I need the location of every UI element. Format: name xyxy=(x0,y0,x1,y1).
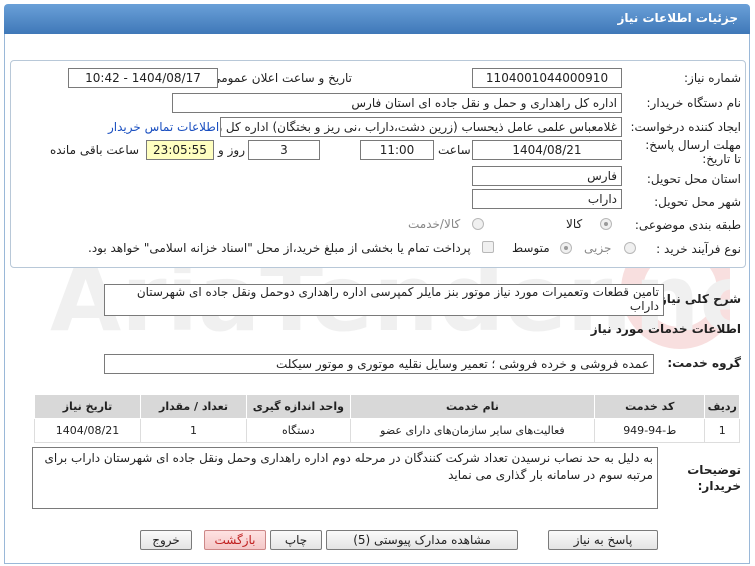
service-group-label: گروه خدمت: xyxy=(667,356,741,370)
remaining-time-field: 23:05:55 xyxy=(146,140,214,160)
cell-need-date: 1404/08/21 xyxy=(33,418,142,443)
announce-datetime-field: 1404/08/17 - 10:42 xyxy=(68,68,218,88)
creator-label: ایجاد کننده درخواست: xyxy=(630,120,741,134)
category-radio-goods-service[interactable] xyxy=(472,218,484,230)
back-button[interactable]: بازگشت xyxy=(204,530,266,550)
purchase-option-minor: جزیی xyxy=(584,241,612,255)
col-need-date: تاریخ نیاز xyxy=(33,394,142,419)
announce-datetime-label: تاریخ و ساعت اعلان عمومی: xyxy=(207,71,352,85)
service-group-field: عمده فروشی و خرده فروشی ؛ تعمیر وسایل نق… xyxy=(104,354,654,374)
creator-field: غلامعباس علمی عامل ذیحساب (زرین دشت،دارا… xyxy=(220,117,622,137)
buyer-notes-label: توضیحات خریدار: xyxy=(687,463,741,493)
category-radio-goods[interactable] xyxy=(600,218,612,230)
title-bar: جزئیات اطلاعات نیاز xyxy=(4,4,750,34)
days-field: 3 xyxy=(248,140,320,160)
category-option-goods: کالا xyxy=(566,217,583,231)
deadline-label: مهلت ارسال پاسخ: تا تاریخ: xyxy=(645,138,741,166)
cell-row: 1 xyxy=(704,418,740,443)
col-quantity: تعداد / مقدار xyxy=(140,394,247,419)
cell-service-name: فعالیت‌های سایر سازمان‌های دارای عضو xyxy=(349,418,596,443)
summary-label: شرح کلی نیاز: xyxy=(655,292,741,306)
need-number-field: 1104001044000910 xyxy=(472,68,622,88)
delivery-city-field: داراب xyxy=(472,189,622,209)
deadline-time-field: 11:00 xyxy=(360,140,434,160)
exit-button[interactable]: خروج xyxy=(140,530,192,550)
attachments-button[interactable]: مشاهده مدارک پیوستی (5) xyxy=(326,530,518,550)
days-label: روز و xyxy=(218,143,245,157)
buyer-notes-field: به دلیل به حد نصاب نرسیدن تعداد شرکت کنن… xyxy=(32,447,658,509)
col-service-name: نام خدمت xyxy=(349,394,596,419)
cell-quantity: 1 xyxy=(140,418,247,443)
delivery-city-label: شهر محل تحویل: xyxy=(654,195,741,209)
col-unit: واحد اندازه گیری xyxy=(245,394,351,419)
need-number-label: شماره نیاز: xyxy=(684,71,741,85)
services-heading: اطلاعات خدمات مورد نیاز xyxy=(590,322,741,336)
cell-service-code: ط-94-949 xyxy=(594,418,706,443)
summary-field: تامین قطعات وتعمیرات مورد نیاز موتور بنز… xyxy=(104,284,664,316)
deadline-time-label: ساعت xyxy=(438,143,471,157)
deadline-date-field: 1404/08/21 xyxy=(472,140,622,160)
purchase-radio-minor[interactable] xyxy=(624,242,636,254)
purchase-option-medium: متوسط xyxy=(512,241,550,255)
buyer-contact-link[interactable]: اطلاعات تماس خریدار xyxy=(108,120,219,134)
remaining-time-label: ساعت باقی مانده xyxy=(50,143,140,157)
treasury-note: پرداخت تمام یا بخشی از مبلغ خرید،از محل … xyxy=(88,241,471,255)
buyer-org-label: نام دستگاه خریدار: xyxy=(646,96,742,110)
col-row: ردیف xyxy=(704,394,740,419)
services-table: ردیف کد خدمت نام خدمت واحد اندازه گیری ت… xyxy=(33,394,740,443)
buyer-org-field: اداره کل راهداری و حمل و نقل جاده ای است… xyxy=(172,93,622,113)
header-panel xyxy=(10,60,746,268)
reply-button[interactable]: پاسخ به نیاز xyxy=(548,530,658,550)
treasury-checkbox[interactable] xyxy=(482,241,494,253)
category-option-goods-service: کالا/خدمت xyxy=(408,217,461,231)
page-title: جزئیات اطلاعات نیاز xyxy=(617,11,738,25)
purchase-radio-medium[interactable] xyxy=(560,242,572,254)
table-row: 1 ط-94-949 فعالیت‌های سایر سازمان‌های دا… xyxy=(33,418,740,443)
delivery-province-field: فارس xyxy=(472,166,622,186)
print-button[interactable]: چاپ xyxy=(270,530,322,550)
col-service-code: کد خدمت xyxy=(594,394,706,419)
cell-unit: دستگاه xyxy=(245,418,351,443)
category-label: طبقه بندی موضوعی: xyxy=(634,218,741,232)
purchase-type-label: نوع فرآیند خرید : xyxy=(656,242,741,256)
delivery-province-label: استان محل تحویل: xyxy=(646,172,741,186)
